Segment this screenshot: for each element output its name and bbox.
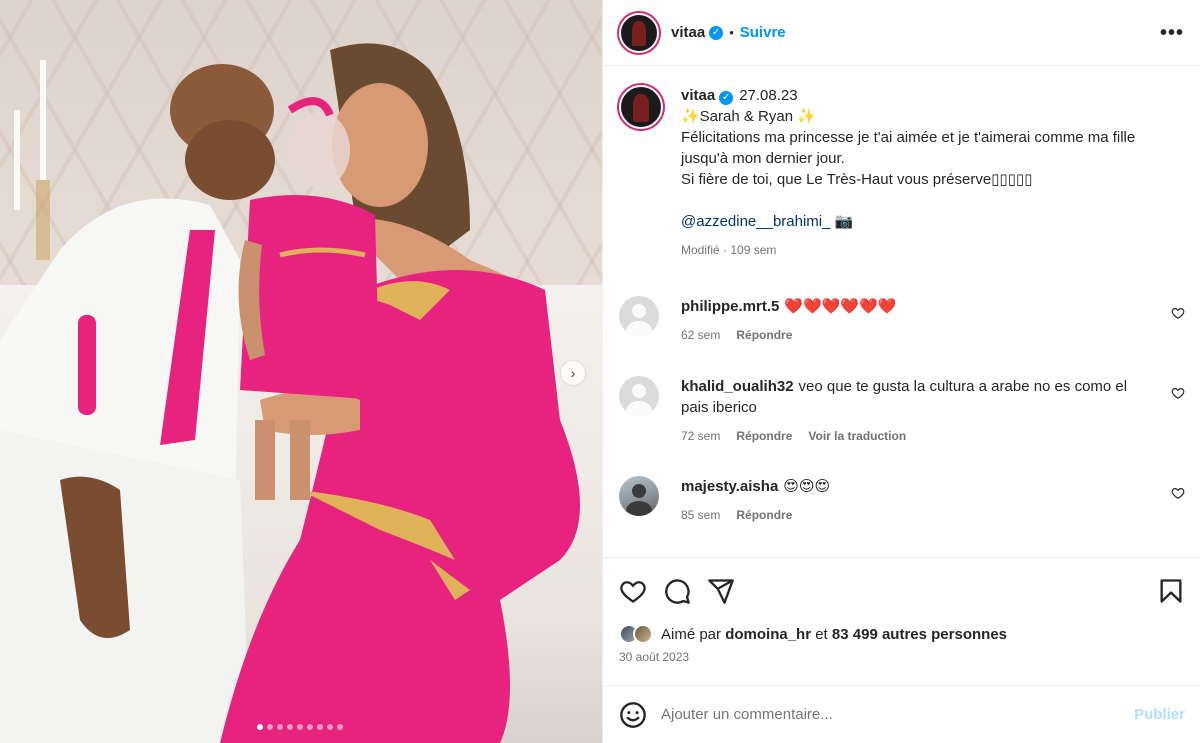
caption-line-3: Si fière de toi, que Le Très-Haut vous p…: [681, 171, 1033, 188]
comment-like-heart-icon[interactable]: [1171, 386, 1185, 400]
comment-like-heart-icon[interactable]: [1171, 306, 1185, 320]
likes-prefix: Aimé par: [661, 625, 722, 643]
caption-meta: Modifié · 109 sem: [681, 243, 777, 257]
author-avatar[interactable]: [619, 12, 659, 53]
carousel-dots: [257, 724, 343, 730]
see-translation-button[interactable]: Voir la traduction: [808, 426, 906, 447]
verified-badge-icon: ✓: [709, 25, 724, 40]
comment-text: ❤️❤️❤️❤️❤️❤️: [784, 298, 897, 315]
carousel-dot[interactable]: [277, 724, 283, 730]
emoji-icon[interactable]: [619, 701, 647, 729]
carousel-dot[interactable]: [287, 724, 293, 730]
comment-age: 72 sem: [681, 429, 721, 443]
reply-button[interactable]: Répondre: [736, 325, 792, 346]
comment-avatar[interactable]: [619, 376, 659, 416]
heart-icon[interactable]: [619, 577, 647, 605]
carousel-dot[interactable]: [267, 724, 273, 730]
caption-username[interactable]: vitaa: [681, 87, 715, 104]
comment-item: khalid_oualih32 veo que te gusta la cultu…: [603, 376, 1200, 447]
caption-date: 27.08.23: [739, 87, 798, 104]
reply-button[interactable]: Répondre: [736, 426, 792, 447]
author-username[interactable]: vitaa: [671, 24, 705, 41]
post-header: vitaa ✓ • Suivre •••: [603, 0, 1200, 66]
comment-like-heart-icon[interactable]: [1171, 486, 1185, 500]
post-actions: Aimé par domoina_hr et 83 499 autres per…: [603, 557, 1200, 685]
likes-middle: et: [815, 625, 828, 643]
photo-figures: [0, 43, 580, 743]
chevron-right-icon: ›: [570, 365, 576, 381]
likes-count[interactable]: 83 499 autres personnes: [832, 626, 1007, 643]
post-side-panel: vitaa ✓ • Suivre ••• vitaa ✓ 27.08.23 ✨Sar…: [602, 0, 1200, 743]
comment-username[interactable]: majesty.aisha: [681, 478, 778, 495]
verified-badge-icon: ✓: [719, 90, 734, 105]
publish-button[interactable]: Publier: [1134, 706, 1185, 723]
comment-item: philippe.mrt.5 ❤️❤️❤️❤️❤️❤️ 62 sem Répondr…: [603, 296, 1200, 346]
comments-list[interactable]: vitaa ✓ 27.08.23 ✨Sarah & Ryan ✨ Félicitat…: [603, 67, 1200, 557]
carousel-dot[interactable]: [257, 724, 263, 730]
header-separator: •: [729, 25, 734, 40]
carousel-dot[interactable]: [337, 724, 343, 730]
caption-line-1: ✨Sarah & Ryan ✨: [681, 108, 816, 125]
post-date: 30 août 2023: [619, 650, 690, 664]
post-photo[interactable]: ›: [0, 0, 602, 743]
carousel-next-button[interactable]: ›: [561, 361, 585, 385]
caption-avatar[interactable]: [619, 85, 663, 129]
carousel-dot[interactable]: [317, 724, 323, 730]
carousel-dot[interactable]: [297, 724, 303, 730]
carousel-dot[interactable]: [327, 724, 333, 730]
share-icon[interactable]: [707, 577, 735, 605]
reply-button[interactable]: Répondre: [736, 505, 792, 526]
comment-age: 85 sem: [681, 508, 721, 522]
comment-icon[interactable]: [663, 577, 691, 605]
likes-summary[interactable]: Aimé par domoina_hr et 83 499 autres per…: [603, 624, 1200, 644]
comment-username[interactable]: khalid_oualih32: [681, 378, 794, 395]
comment-item: majesty.aisha 😍😍😍 85 sem Répondre: [603, 476, 1200, 526]
comment-age: 62 sem: [681, 328, 721, 342]
comment-avatar[interactable]: [619, 296, 659, 336]
post-caption: vitaa ✓ 27.08.23 ✨Sarah & Ryan ✨ Félicitat…: [603, 67, 1200, 261]
comment-avatar[interactable]: [619, 476, 659, 516]
add-comment-bar: Publier: [603, 685, 1200, 743]
liker-username[interactable]: domoina_hr: [725, 626, 811, 643]
comment-username[interactable]: philippe.mrt.5: [681, 298, 779, 315]
carousel-dot[interactable]: [307, 724, 313, 730]
caption-mention-link[interactable]: @azzedine__brahimi_ 📷: [681, 211, 853, 232]
more-options-icon[interactable]: •••: [1160, 23, 1184, 43]
bookmark-icon[interactable]: [1157, 577, 1185, 605]
caption-line-2: Félicitations ma princesse je t'ai aimée…: [681, 129, 1136, 167]
liker-avatar: [633, 624, 653, 644]
follow-button[interactable]: Suivre: [740, 24, 786, 41]
comment-text: 😍😍😍: [783, 478, 831, 495]
comment-input[interactable]: [661, 706, 1135, 723]
